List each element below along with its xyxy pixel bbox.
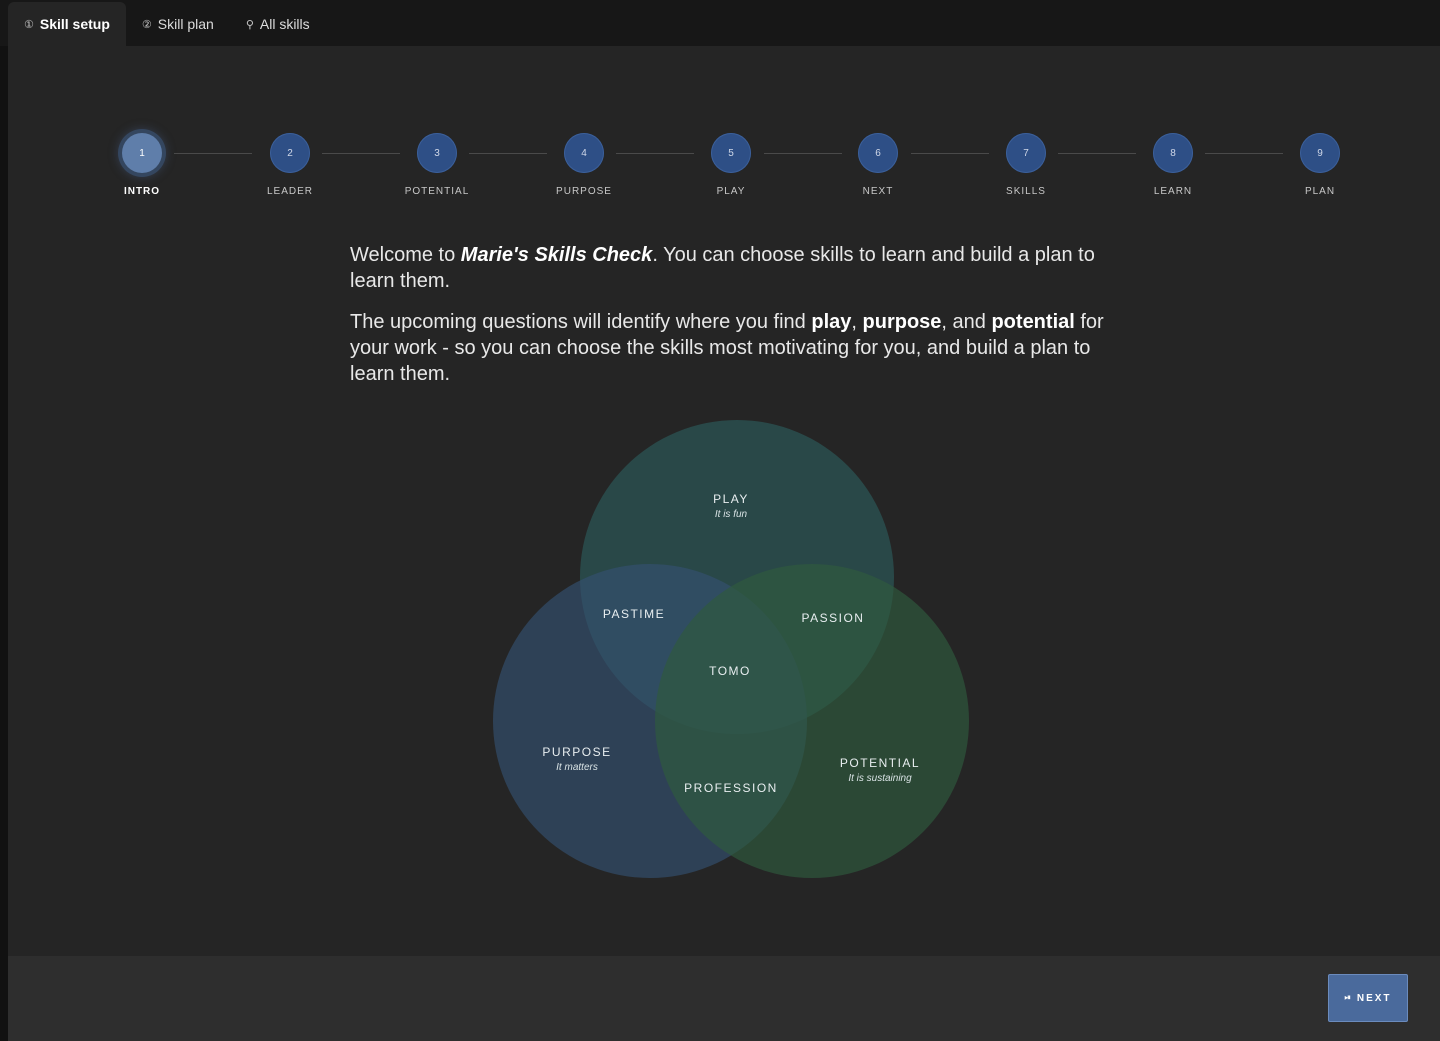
separator: , xyxy=(851,311,863,333)
step-one-icon: ① xyxy=(24,18,34,31)
step-label: PLAY xyxy=(716,186,746,197)
skills-check-title: Marie's Skills Check xyxy=(460,244,653,266)
questions-paragraph: The upcoming questions will identify whe… xyxy=(350,309,1130,387)
play-pause-icon: ⏯ xyxy=(1344,993,1351,1002)
tab-skill-setup[interactable]: ① Skill setup xyxy=(8,2,126,46)
step-connector xyxy=(174,153,252,154)
passion-label: PASSION xyxy=(802,611,865,625)
footer-bar: ⏯ NEXT xyxy=(8,956,1440,1041)
tab-all-skills[interactable]: ⚲ All skills xyxy=(230,2,326,46)
step-label: PURPOSE xyxy=(556,186,612,197)
venn-diagram: PLAY It is fun PASTIME PASSION TOMO PURP… xyxy=(493,420,969,878)
step-two-icon: ② xyxy=(141,18,152,31)
tomo-label: TOMO xyxy=(709,664,751,678)
tab-skill-plan[interactable]: ② Skill plan xyxy=(126,2,230,46)
tab-label: All skills xyxy=(259,16,310,32)
step-number: 6 xyxy=(858,133,898,173)
tab-label: Skill plan xyxy=(157,16,214,32)
step-label: LEARN xyxy=(1153,186,1193,197)
pastime-label: PASTIME xyxy=(603,607,665,621)
step-skills[interactable]: 7 SKILLS xyxy=(991,133,1061,197)
potential-subtitle: It is sustaining xyxy=(848,773,912,784)
step-number: 2 xyxy=(270,133,310,173)
step-label: PLAN xyxy=(1304,186,1336,197)
play-keyword: play xyxy=(811,311,852,333)
step-connector xyxy=(616,153,694,154)
step-number: 3 xyxy=(417,133,457,173)
step-connector xyxy=(1205,153,1283,154)
step-number: 9 xyxy=(1300,133,1340,173)
intro-text: Welcome to Marie's Skills Check. You can… xyxy=(350,242,1130,402)
step-connector xyxy=(1058,153,1136,154)
potential-keyword: potential xyxy=(991,311,1075,333)
step-label: NEXT xyxy=(862,186,894,197)
purpose-keyword: purpose xyxy=(862,311,942,333)
step-number: 8 xyxy=(1153,133,1193,173)
questions-lead: The upcoming questions will identify whe… xyxy=(350,311,812,333)
next-button[interactable]: ⏯ NEXT xyxy=(1328,974,1408,1022)
step-label: INTRO xyxy=(123,186,161,197)
welcome-lead: Welcome to xyxy=(350,244,461,266)
step-intro[interactable]: 1 INTRO xyxy=(107,133,177,197)
next-label: NEXT xyxy=(1356,992,1392,1004)
step-number: 7 xyxy=(1006,133,1046,173)
play-title: PLAY xyxy=(713,492,749,506)
main-panel: 1 INTRO 2 LEADER 3 POTENTIAL 4 PURPOSE 5… xyxy=(8,46,1440,956)
step-connector xyxy=(469,153,547,154)
separator: , and xyxy=(941,311,992,333)
step-next[interactable]: 6 NEXT xyxy=(843,133,913,197)
location-pin-icon: ⚲ xyxy=(245,18,254,31)
step-number: 5 xyxy=(711,133,751,173)
purpose-subtitle: It matters xyxy=(556,762,598,773)
step-play[interactable]: 5 PLAY xyxy=(696,133,766,197)
step-number: 4 xyxy=(564,133,604,173)
top-tab-bar: ① Skill setup ② Skill plan ⚲ All skills xyxy=(0,0,1440,46)
step-potential[interactable]: 3 POTENTIAL xyxy=(402,133,472,197)
step-learn[interactable]: 8 LEARN xyxy=(1138,133,1208,197)
step-purpose[interactable]: 4 PURPOSE xyxy=(549,133,619,197)
step-plan[interactable]: 9 PLAN xyxy=(1285,133,1355,197)
step-connector xyxy=(911,153,989,154)
step-label: LEADER xyxy=(266,186,313,197)
profession-label: PROFESSION xyxy=(684,781,778,795)
potential-title: POTENTIAL xyxy=(840,756,920,770)
purpose-title: PURPOSE xyxy=(542,745,611,759)
step-leader[interactable]: 2 LEADER xyxy=(255,133,325,197)
step-connector xyxy=(764,153,842,154)
step-number: 1 xyxy=(122,133,162,173)
tab-label: Skill setup xyxy=(39,16,110,32)
welcome-paragraph: Welcome to Marie's Skills Check. You can… xyxy=(350,242,1130,294)
step-label: POTENTIAL xyxy=(404,186,470,197)
step-label: SKILLS xyxy=(1006,186,1046,197)
play-subtitle: It is fun xyxy=(715,509,748,520)
step-connector xyxy=(322,153,400,154)
